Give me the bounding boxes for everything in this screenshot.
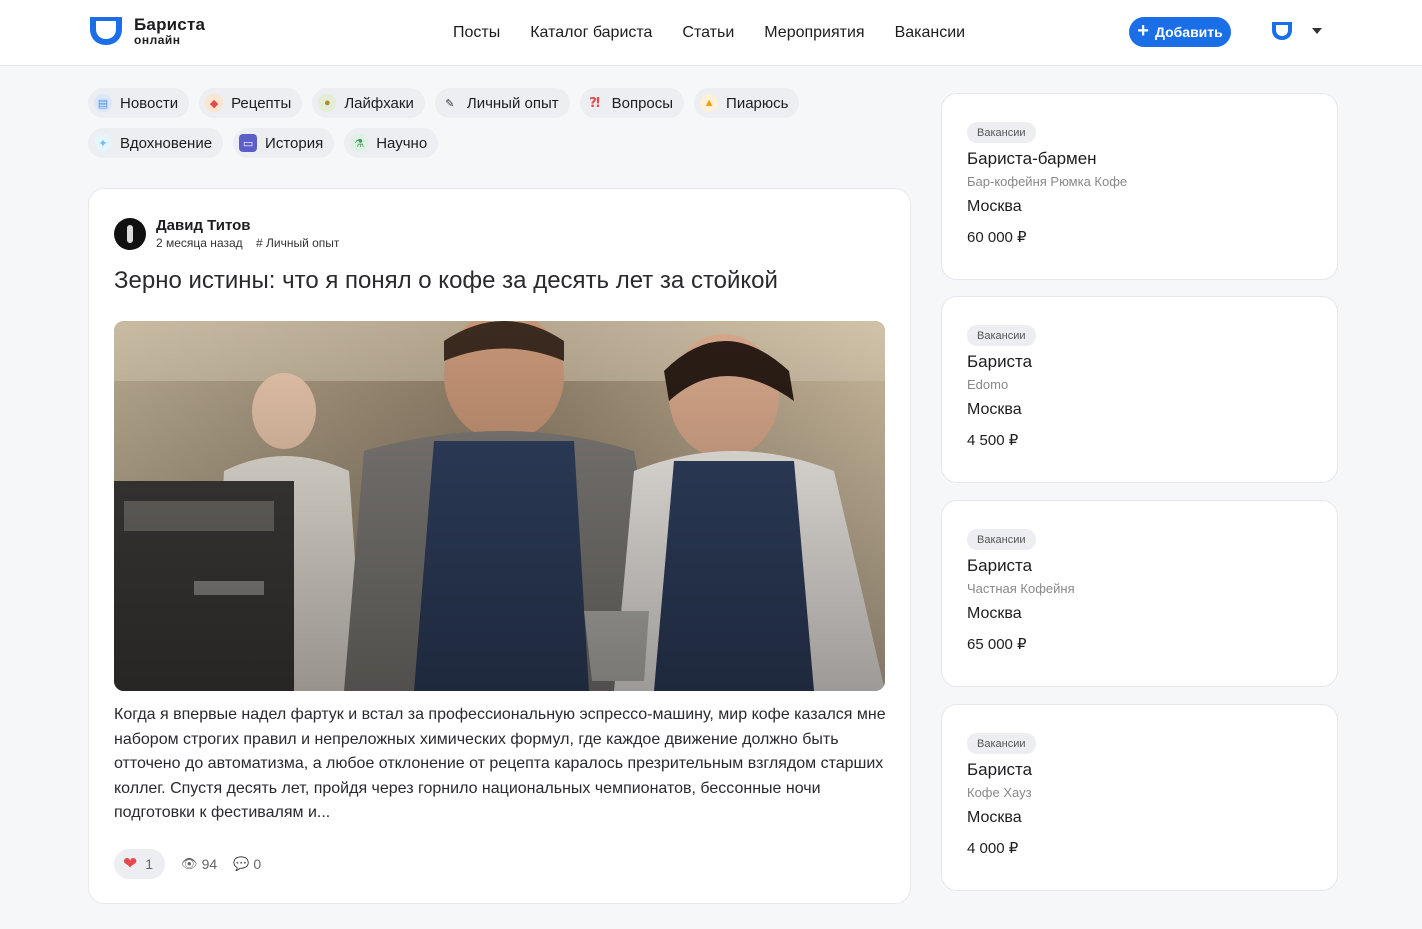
brand-subtitle: онлайн (134, 33, 181, 47)
vacancy-salary: 4 000 ₽ (967, 840, 1019, 857)
vacancy-badge: Вакансии (967, 733, 1036, 754)
views-count: 94 (201, 856, 218, 872)
vacancy-title[interactable]: Бариста (967, 352, 1032, 372)
microscope-icon: ⚗ (350, 134, 369, 152)
post-image[interactable] (114, 321, 885, 691)
nav-vacancies[interactable]: Вакансии (895, 24, 966, 42)
vacancy-card[interactable]: Вакансии Бариста Edomo Москва 4 500 ₽ (941, 296, 1338, 483)
post-stats: ❤ 1 👁 94 💬 0 (114, 849, 261, 879)
vacancy-company: Edomo (967, 377, 1009, 392)
vacancy-company: Частная Кофейня (967, 581, 1075, 596)
vacancy-title[interactable]: Бариста (967, 556, 1032, 576)
add-button-label: Добавить (1154, 24, 1223, 40)
shield-avatar-icon (1272, 22, 1292, 40)
author-name[interactable]: Давид Титов (156, 217, 339, 234)
interrobang-icon: ⁈ (589, 95, 600, 110)
post-time: 2 месяца назад (156, 236, 243, 250)
like-button[interactable]: ❤ 1 (114, 849, 166, 879)
nav-articles[interactable]: Статьи (682, 24, 734, 42)
newspaper-icon: ▤ (94, 94, 112, 112)
logo[interactable]: Бариста онлайн (88, 15, 205, 47)
vacancy-title[interactable]: Бариста-бармен (967, 149, 1097, 169)
eye-icon: 👁 (181, 856, 198, 871)
brand-title: Бариста (134, 15, 206, 34)
top-header: Бариста онлайн Посты Каталог бариста Ста… (0, 0, 1422, 66)
tag-lifehacks[interactable]: ● Лайфхаки (312, 88, 425, 118)
vacancy-badge: Вакансии (967, 325, 1036, 346)
nav-posts[interactable]: Посты (453, 24, 500, 42)
vacancy-company: Бар-кофейня Рюмка Кофе (967, 174, 1128, 189)
tag-personal-experience[interactable]: ✎ Личный опыт (434, 88, 570, 118)
fire-icon: ▲ (700, 94, 719, 112)
chevron-down-icon (1312, 28, 1322, 34)
post-title[interactable]: Зерно истины: что я понял о кофе за деся… (114, 267, 884, 295)
vacancy-badge: Вакансии (967, 529, 1036, 550)
tag-history[interactable]: ▭ История (233, 128, 335, 158)
profile-menu[interactable] (1270, 20, 1322, 42)
post-author[interactable]: Давид Титов 2 месяца назад # Личный опыт (114, 217, 339, 250)
sparkles-icon: ✦ (94, 134, 112, 152)
like-count: 1 (145, 856, 154, 872)
tag-questions[interactable]: ⁈ Вопросы (579, 88, 685, 118)
add-button[interactable]: + Добавить (1129, 17, 1231, 47)
vacancy-card[interactable]: Вакансии Бариста Частная Кофейня Москва … (941, 500, 1338, 687)
nav-barista-catalog[interactable]: Каталог бариста (530, 24, 652, 42)
tag-news[interactable]: ▤ Новости (88, 88, 190, 118)
tag-science[interactable]: ⚗ Научно (344, 128, 439, 158)
plus-icon: + (1137, 20, 1149, 42)
bookmark-icon: ◆ (205, 94, 224, 112)
main-nav: Посты Каталог бариста Статьи Мероприятия… (453, 0, 995, 66)
tag-recipes[interactable]: ◆ Рецепты (199, 88, 303, 118)
flexed-arm-icon: ● (318, 94, 337, 112)
comments-count: 0 (253, 856, 262, 872)
vacancy-city: Москва (967, 198, 1022, 215)
post-category[interactable]: # Личный опыт (256, 236, 339, 250)
views: 👁 94 (181, 856, 217, 872)
tag-inspiration[interactable]: ✦ Вдохновение (88, 128, 224, 158)
post-card[interactable]: Давид Титов 2 месяца назад # Личный опыт… (88, 188, 911, 904)
vacancy-company: Кофе Хауз (967, 785, 1032, 800)
vacancy-city: Москва (967, 401, 1022, 418)
vacancy-city: Москва (967, 605, 1022, 622)
pen-icon: ✎ (445, 97, 455, 110)
vacancy-badge: Вакансии (967, 122, 1036, 143)
post-excerpt: Когда я впервые надел фартук и встал за … (114, 706, 886, 821)
baristas-photo (114, 321, 885, 691)
heart-icon: ❤ (123, 854, 138, 873)
scroll-icon: ▭ (239, 134, 258, 152)
category-tags: ▤ Новости ◆ Рецепты ● Лайфхаки ✎ Личный опыт… (88, 88, 888, 168)
vacancy-title[interactable]: Бариста (967, 760, 1032, 780)
nav-events[interactable]: Мероприятия (764, 24, 864, 42)
vacancy-card[interactable]: Вакансии Бариста Кофе Хауз Москва 4 000 … (941, 704, 1338, 891)
vacancy-salary: 65 000 ₽ (967, 636, 1027, 653)
vacancy-city: Москва (967, 809, 1022, 826)
vacancy-salary: 4 500 ₽ (967, 432, 1019, 449)
vacancy-salary: 60 000 ₽ (967, 229, 1027, 246)
shield-logo-icon (90, 17, 122, 45)
avatar[interactable] (114, 217, 146, 250)
comment-icon: 💬 (233, 856, 250, 871)
vacancy-card[interactable]: Вакансии Бариста-бармен Бар-кофейня Рюмк… (941, 93, 1338, 280)
comments[interactable]: 💬 0 (233, 856, 261, 872)
tag-promo[interactable]: ▲ Пиарюсь (694, 88, 800, 118)
